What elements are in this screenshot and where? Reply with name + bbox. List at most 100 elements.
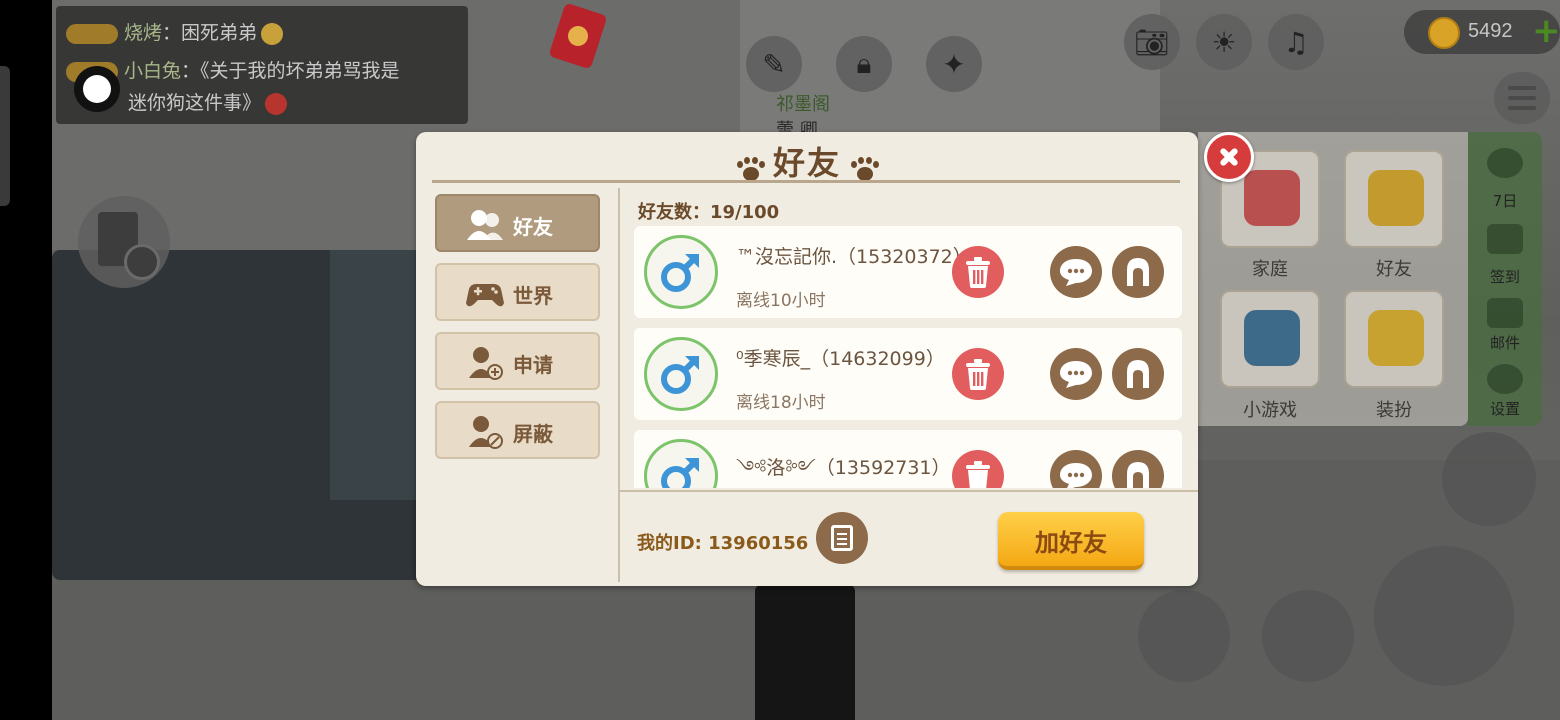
list-item[interactable]: ༺洛༻（13592731） [634, 430, 1182, 488]
menu-tile-label: 装扮 [1376, 400, 1412, 421]
tab-label: 世界 [513, 284, 553, 308]
scene-sofa-back [330, 250, 420, 500]
tab-blocked[interactable]: 屏蔽 [435, 401, 600, 459]
settings-icon [1487, 364, 1523, 394]
close-button[interactable] [1204, 132, 1254, 182]
sleepy-emoji-icon [261, 22, 284, 45]
menu-tile-friends[interactable] [1344, 150, 1444, 248]
touch-indicator-icon [74, 66, 120, 112]
pet-cat-button[interactable] [1262, 590, 1354, 682]
avatar[interactable] [644, 235, 718, 309]
chat-separator: ： [181, 60, 201, 82]
add-coins-button[interactable]: + [1532, 14, 1560, 48]
door-icon [1127, 462, 1149, 488]
menu-list-button[interactable] [1494, 72, 1550, 124]
avatar[interactable] [644, 337, 718, 411]
heart-icon [1244, 170, 1300, 226]
copy-icon [831, 525, 853, 551]
visit-friend-button[interactable] [1112, 450, 1164, 488]
coin-icon [1428, 17, 1460, 49]
trash-icon [966, 257, 990, 288]
menu-tile-minigame[interactable] [1220, 290, 1320, 388]
map-button[interactable] [1138, 590, 1230, 682]
male-icon [661, 355, 700, 394]
side-item-7day[interactable]: 7日 [1468, 190, 1542, 211]
side-item-mail[interactable]: 邮件 [1468, 332, 1542, 353]
tab-world[interactable]: 世界 [435, 263, 600, 321]
task-log-button[interactable] [78, 196, 170, 288]
add-friend-label: 加好友 [1035, 529, 1107, 557]
camera-icon[interactable]: 📷︎ [1124, 14, 1180, 70]
chat-message: 困死弟弟 [181, 22, 258, 44]
add-friend-button[interactable]: 加好友 [998, 512, 1144, 570]
friend-status: 离线10小时 [736, 291, 826, 311]
avatar[interactable] [644, 439, 718, 488]
background-label: 祁墨阁 [776, 94, 830, 115]
delete-friend-button[interactable] [952, 246, 1004, 298]
friend-name: ⁰季寒辰_（14632099） [736, 348, 945, 370]
tab-label: 申请 [513, 353, 553, 377]
pen-icon[interactable]: ✎ [746, 36, 802, 92]
add-person-icon [469, 347, 503, 380]
seven-day-icon [1487, 148, 1523, 178]
visit-friend-button[interactable] [1112, 246, 1164, 298]
chat-message: 迷你狗这件事》 [128, 92, 262, 114]
footer-divider [620, 490, 1198, 492]
player-character [755, 585, 855, 720]
male-icon [661, 253, 700, 292]
list-item[interactable]: ™沒忘記你.（15320372） 离线10小时 [634, 226, 1182, 318]
sidebar-divider [618, 188, 620, 582]
friends-icon [467, 210, 503, 240]
trash-icon [966, 461, 990, 488]
gamepad-icon [1244, 310, 1300, 366]
door-icon [1127, 360, 1149, 388]
menu-tile-label: 家庭 [1252, 259, 1288, 280]
copy-id-button[interactable] [816, 512, 868, 564]
chat-line-3: 迷你狗这件事》 [128, 88, 288, 115]
title-divider [432, 180, 1180, 183]
block-person-icon [469, 416, 503, 449]
chat-sender: 小白兔 [124, 60, 182, 82]
friends-list[interactable]: ™沒忘記你.（15320372） 离线10小时 ⁰季寒辰_（14632099） … [634, 226, 1182, 488]
menu-tile-label: 好友 [1376, 259, 1412, 280]
dialog-title: 好友 [772, 144, 841, 182]
clock-icon [124, 244, 160, 280]
message-friend-button[interactable] [1050, 246, 1102, 298]
side-item-checkin[interactable]: 签到 [1468, 266, 1542, 287]
paw-icon [735, 156, 765, 183]
angry-emoji-icon [265, 92, 288, 115]
brightness-icon[interactable]: ☀ [1196, 14, 1252, 70]
star-wand-icon [1368, 310, 1424, 366]
backpack-button[interactable] [1442, 432, 1536, 526]
chat-bubble-icon [1060, 463, 1092, 488]
chat-sender: 烧烤 [124, 22, 163, 44]
side-item-settings[interactable]: 设置 [1468, 398, 1542, 419]
tab-label: 屏蔽 [513, 422, 553, 446]
dialog-header: 好友 [416, 138, 1198, 184]
tab-friends[interactable]: 好友 [435, 194, 600, 252]
menu-tile-dressup[interactable] [1344, 290, 1444, 388]
jump-button[interactable] [1374, 546, 1514, 686]
delete-friend-button[interactable] [952, 450, 1004, 488]
friend-count-label: 好友数： [638, 202, 710, 223]
message-friend-button[interactable] [1050, 450, 1102, 488]
message-friend-button[interactable] [1050, 348, 1102, 400]
chat-panel[interactable]: 烧烤：困死弟弟 小白兔：《关于我的坏弟弟骂我是 迷你狗这件事》 [56, 6, 468, 124]
chat-message: 《关于我的坏弟弟骂我是 [200, 60, 400, 82]
music-icon[interactable]: ♫ [1268, 14, 1324, 70]
delete-friend-button[interactable] [952, 348, 1004, 400]
visit-friend-button[interactable] [1112, 348, 1164, 400]
my-id: 我的ID: 13960156 [637, 529, 808, 555]
sparkle-icon[interactable]: ✦ [926, 36, 982, 92]
tab-requests[interactable]: 申请 [435, 332, 600, 390]
friends-icon [1368, 170, 1424, 226]
trash-icon [966, 359, 990, 390]
door-icon [1127, 258, 1149, 286]
lock-icon[interactable]: 🔒︎ [836, 36, 892, 92]
menu-tile-label: 小游戏 [1243, 400, 1297, 421]
chat-separator: ： [162, 22, 182, 44]
screen-left-edge [0, 0, 52, 720]
chat-line-1: 烧烤：困死弟弟 [66, 18, 284, 45]
list-item[interactable]: ⁰季寒辰_（14632099） 离线18小时 [634, 328, 1182, 420]
chat-badge [66, 23, 118, 44]
